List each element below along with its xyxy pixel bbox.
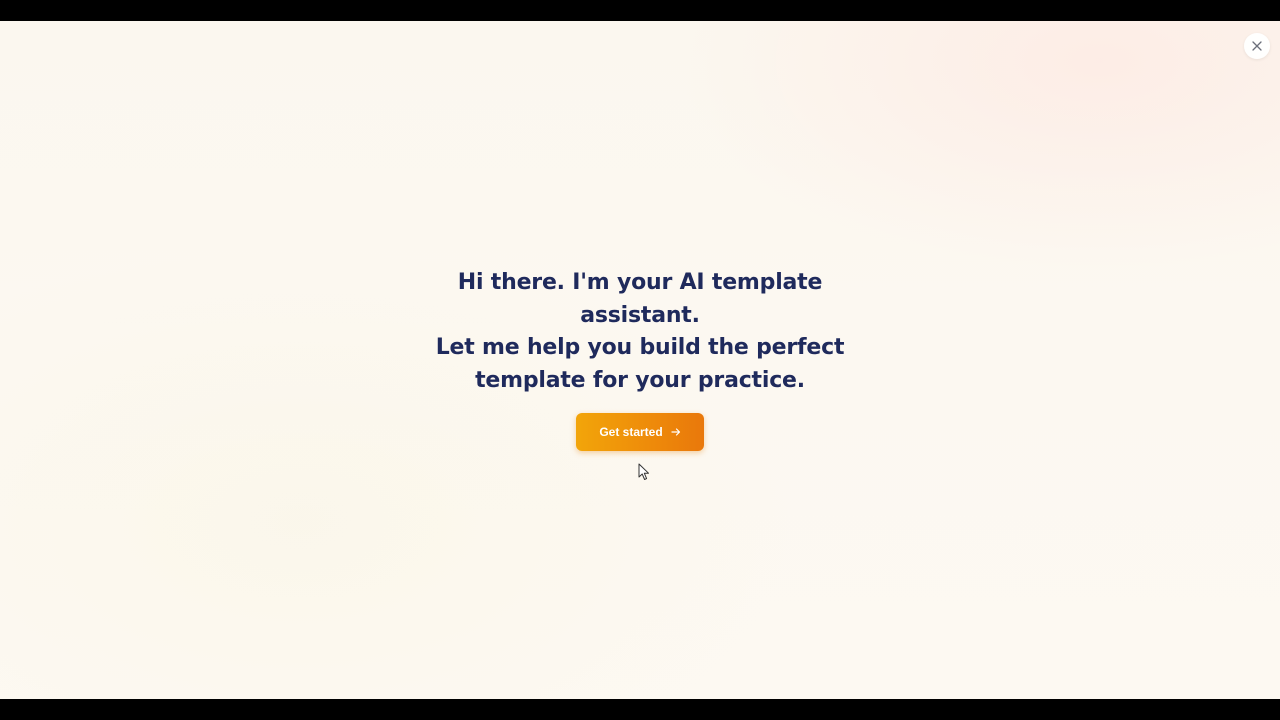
mouse-pointer-icon (638, 463, 649, 480)
top-letterbox-bar (0, 0, 1280, 21)
get-started-button[interactable]: Get started (576, 413, 704, 451)
close-button[interactable] (1244, 33, 1270, 59)
bottom-letterbox-bar (0, 699, 1280, 720)
assistant-welcome-screen: Hi there. I'm your AI template assistant… (0, 21, 1280, 699)
close-icon (1252, 41, 1262, 51)
heading-line-3: Let me help you build the perfect (435, 335, 845, 360)
heading-line-2: assistant. (580, 302, 700, 328)
welcome-heading: Hi there. I'm your AI template assistant… (340, 267, 940, 397)
arrow-right-icon (671, 427, 681, 437)
heading-line-1: Hi there. I'm your AI template (457, 270, 823, 295)
heading-line-4: template for your practice. (475, 367, 805, 393)
get-started-label: Get started (599, 425, 663, 439)
